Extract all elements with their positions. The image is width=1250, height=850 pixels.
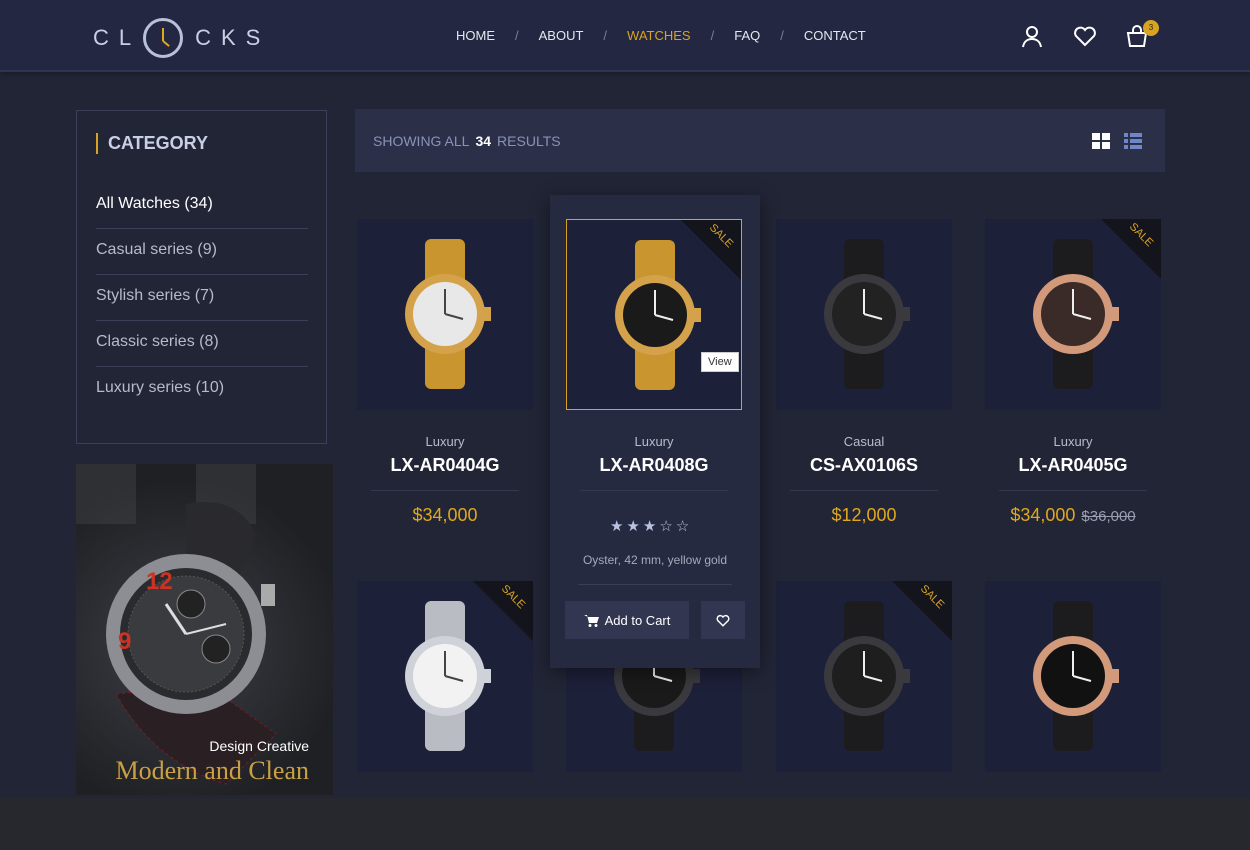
product-category: Luxury [1053,434,1093,449]
watch-image [824,239,910,389]
sale-label: SALE [706,221,736,251]
watch-image [1033,601,1119,751]
category-title: CATEGORY [96,133,208,154]
category-stylish[interactable]: Stylish series (7) [96,275,308,321]
product-category: Luxury [634,434,674,449]
star-filled-icon: ★ [610,518,627,535]
old-price: $36,000 [1081,508,1136,525]
star-empty-icon: ☆ [675,518,693,535]
product-image[interactable]: SALE [776,581,952,772]
nav-home[interactable]: HOME [456,28,495,43]
product-image[interactable] [357,219,533,410]
product-description: Oyster, 42 mm, yellow gold [582,553,728,567]
rating-stars: ★★★☆☆ [610,517,692,535]
results-number: 34 [475,133,492,149]
product-name[interactable]: LX-AR0408G [580,455,728,491]
cart-icon [583,614,599,627]
category-all[interactable]: All Watches (34) [96,183,308,229]
nav-separator: / [603,28,608,43]
cart-count-badge: 3 [1143,20,1159,36]
logo-text: CL [93,25,142,50]
product-category: Casual [843,434,885,449]
clock-icon [143,18,184,58]
category-casual[interactable]: Casual series (9) [96,229,308,275]
promo-banner[interactable]: 12 9 Design Creative Modern and Clean [76,464,333,795]
divider [578,584,732,585]
product-price: $12,000 [776,505,952,526]
nav-separator: / [710,28,715,43]
sale-label: SALE [498,582,528,612]
product-name[interactable]: LX-AR0404G [371,455,519,491]
product-price: $34,000 [357,505,533,526]
nav-contact[interactable]: CONTACT [804,28,866,43]
current-price: $34,000 [1010,505,1076,525]
nav-faq[interactable]: FAQ [734,28,760,43]
site-header: CL CKS HOME / ABOUT / WATCHES / FAQ / CONTACT… [0,0,1250,72]
main-nav: HOME / ABOUT / WATCHES / FAQ / CONTACT [456,28,866,43]
product-image[interactable] [776,219,952,410]
add-to-cart-label: Add to Cart [604,612,671,628]
add-to-cart-button[interactable]: Add to Cart [565,601,689,639]
product-image[interactable]: SALE [566,219,742,410]
product-info: Luxury LX-AR0408G [566,434,742,491]
product-info: Luxury LX-AR0404G $34,000 [357,434,533,526]
category-luxury[interactable]: Luxury series (10) [96,367,308,413]
nav-separator: / [780,28,784,43]
sale-ribbon: SALE [892,581,952,641]
product-info: Casual CS-AX0106S $12,000 [776,434,952,526]
product-info: Luxury LX-AR0405G $34,000 $36,000 [985,434,1161,526]
list-view-icon[interactable] [1124,133,1142,149]
product-image[interactable]: SALE [357,581,533,772]
sale-ribbon: SALE [1101,219,1161,279]
banner-title: Modern and Clean [115,756,309,785]
nav-about[interactable]: ABOUT [539,28,584,43]
sale-label: SALE [917,582,947,612]
product-image[interactable]: SALE [985,219,1161,410]
sale-ribbon: SALE [473,581,533,641]
add-to-wishlist-button[interactable] [701,601,745,639]
category-sidebar: CATEGORY All Watches (34) Casual series … [76,110,327,444]
user-icon[interactable] [1020,24,1044,48]
category-classic[interactable]: Classic series (8) [96,321,308,367]
current-price: $12,000 [831,505,897,525]
star-filled-icon: ★ [626,518,643,535]
heart-icon [716,614,730,627]
view-tooltip[interactable]: View [701,352,739,372]
grid-view-icon[interactable] [1092,133,1110,149]
sale-label: SALE [1126,220,1156,250]
nav-separator: / [515,28,519,43]
category-list: All Watches (34) Casual series (9) Styli… [96,183,308,413]
results-suffix: RESULTS [497,133,561,149]
star-empty-icon: ☆ [659,518,676,535]
logo-text: CKS [195,25,271,50]
current-price: $34,000 [412,505,478,525]
product-price: $34,000 $36,000 [985,505,1161,526]
product-category: Luxury [425,434,465,449]
watch-image [405,239,491,389]
product-image[interactable] [985,581,1161,772]
results-prefix: SHOWING ALL [373,133,470,149]
svg-text:12: 12 [146,568,173,595]
banner-subtitle: Design Creative [209,738,309,754]
logo[interactable]: CL CKS [93,18,270,58]
heart-icon[interactable] [1073,24,1097,48]
results-count: SHOWING ALL 34 RESULTS [373,133,561,149]
footer [0,798,1250,850]
star-filled-icon: ★ [642,518,660,535]
product-name[interactable]: LX-AR0405G [999,455,1147,491]
sale-ribbon: SALE [681,220,741,280]
product-name[interactable]: CS-AX0106S [790,455,938,491]
nav-watches[interactable]: WATCHES [627,28,691,43]
svg-text:9: 9 [118,628,131,655]
results-toolbar: SHOWING ALL 34 RESULTS [355,109,1165,172]
